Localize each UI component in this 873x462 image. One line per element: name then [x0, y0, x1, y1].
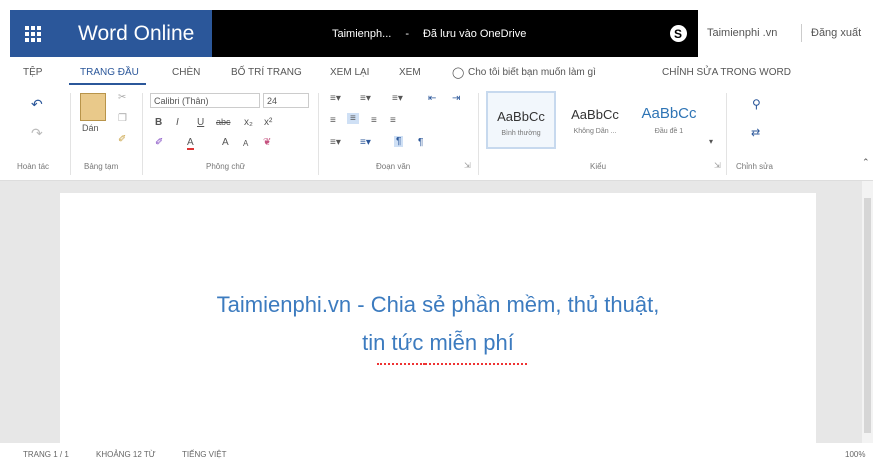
group-divider	[142, 93, 143, 175]
paragraph-spacing-icon[interactable]: ≡▾	[360, 137, 371, 148]
undo-group-label: Hoàn tác	[17, 162, 50, 171]
align-center-icon[interactable]: ≡	[347, 113, 359, 124]
ltr-direction-icon[interactable]: ¶	[394, 136, 404, 147]
font-color-button[interactable]: A	[187, 137, 194, 150]
shrink-font-button[interactable]: A	[243, 139, 248, 148]
format-painter-icon[interactable]: ✐	[118, 134, 126, 145]
paste-label[interactable]: Dán	[82, 123, 99, 133]
tab-insert[interactable]: CHÈN	[172, 67, 200, 78]
font-group-label: Phông chữ	[206, 162, 246, 171]
underline-button[interactable]: U	[197, 117, 204, 128]
style-name: Bình thường	[501, 130, 541, 137]
paragraph-group-label: Đoạn văn	[376, 162, 411, 171]
font-name-select[interactable]: Calibri (Thân)	[150, 93, 260, 108]
user-name[interactable]: Taimienphi .vn	[707, 27, 777, 39]
font-size-select[interactable]: 24	[263, 93, 309, 108]
document-title[interactable]: Taimienph...	[332, 28, 391, 40]
tab-review[interactable]: XEM LẠI	[330, 67, 369, 78]
zoom-level[interactable]: 100%	[845, 450, 865, 459]
rtl-direction-icon[interactable]: ¶	[418, 137, 423, 148]
align-right-icon[interactable]: ≡	[371, 115, 377, 126]
tab-view[interactable]: XEM	[399, 67, 421, 78]
find-icon[interactable]: ⚲	[752, 97, 761, 111]
spellcheck-underline	[377, 360, 425, 365]
document-title-bar: Taimienph... - Đã lưu vào OneDrive	[212, 10, 658, 57]
decrease-indent-icon[interactable]: ⇤	[428, 93, 436, 104]
skype-icon: S	[669, 25, 687, 42]
superscript-button[interactable]: x²	[264, 117, 272, 128]
spellcheck-underline	[425, 360, 527, 365]
clear-formatting-icon[interactable]: ❦	[263, 137, 271, 148]
undo-icon[interactable]: ↶	[31, 96, 43, 113]
tell-me-search[interactable]: Cho tôi biết bạn muốn làm gì	[468, 67, 596, 78]
group-divider	[318, 93, 319, 175]
sign-out-link[interactable]: Đăng xuất	[811, 27, 861, 39]
app-name[interactable]: Word Online	[56, 10, 212, 57]
italic-button[interactable]: I	[176, 117, 179, 128]
collapse-ribbon-icon[interactable]: ⌃	[862, 157, 870, 168]
align-left-icon[interactable]: ≡	[330, 115, 336, 126]
save-status: Đã lưu vào OneDrive	[422, 27, 527, 40]
style-preview: AaBbCc	[641, 105, 697, 122]
lightbulb-icon: ◯	[452, 67, 465, 79]
numbering-icon[interactable]: ≡▾	[360, 93, 371, 104]
group-divider	[70, 93, 71, 175]
group-divider	[726, 93, 727, 175]
cut-icon[interactable]: ✂	[118, 92, 126, 103]
bold-button[interactable]: B	[155, 117, 162, 128]
tab-home[interactable]: TRANG ĐẦU	[80, 67, 139, 78]
dialog-launcher-icon[interactable]: ⇲	[464, 161, 471, 170]
document-text-line[interactable]: Taimienphi.vn - Chia sẻ phần mềm, thủ th…	[60, 292, 816, 318]
justify-icon[interactable]: ≡	[390, 115, 396, 126]
editing-group-label: Chỉnh sửa	[736, 162, 773, 171]
bullets-icon[interactable]: ≡▾	[330, 93, 341, 104]
active-tab-indicator	[69, 83, 146, 85]
word-count: KHOẢNG 12 TỪ	[96, 450, 156, 459]
page-count: TRANG 1 / 1	[23, 450, 69, 459]
tab-page-layout[interactable]: BỐ TRÍ TRANG	[231, 67, 302, 78]
redo-icon[interactable]: ↷	[31, 125, 43, 142]
style-name: Không Dãn ...	[573, 128, 617, 135]
tab-file[interactable]: TỆP	[23, 67, 42, 78]
grow-font-button[interactable]: A	[222, 137, 229, 148]
dialog-launcher-icon[interactable]: ⇲	[714, 161, 721, 170]
style-heading-1[interactable]: AaBbCc Đầu đề 1	[634, 91, 704, 149]
line-spacing-icon[interactable]: ≡▾	[330, 137, 341, 148]
styles-more-icon[interactable]: ▾	[709, 137, 713, 146]
document-page[interactable]	[60, 193, 816, 443]
divider	[801, 24, 802, 42]
skype-button[interactable]: S	[658, 10, 698, 57]
waffle-icon	[25, 25, 41, 42]
style-preview: AaBbCc	[497, 109, 545, 124]
increase-indent-icon[interactable]: ⇥	[452, 93, 460, 104]
replace-icon[interactable]: ⇄	[751, 126, 760, 139]
document-text-line[interactable]: tin tức miễn phí	[60, 330, 816, 356]
styles-group-label: Kiểu	[590, 162, 607, 171]
style-normal[interactable]: AaBbCc Bình thường	[486, 91, 556, 149]
scrollbar-thumb[interactable]	[864, 198, 871, 433]
copy-icon[interactable]: ❐	[118, 113, 127, 124]
multilevel-list-icon[interactable]: ≡▾	[392, 93, 403, 104]
app-launcher-button[interactable]	[10, 10, 56, 57]
group-divider	[478, 93, 479, 175]
strikethrough-button[interactable]: abc	[216, 117, 231, 127]
style-name: Đầu đề 1	[654, 128, 684, 135]
style-no-spacing[interactable]: AaBbCc Không Dãn ...	[559, 91, 631, 149]
highlight-icon[interactable]: ✐	[155, 137, 163, 148]
paste-icon[interactable]	[80, 93, 106, 121]
tab-edit-in-word[interactable]: CHỈNH SỬA TRONG WORD	[662, 67, 791, 78]
title-separator: -	[405, 27, 409, 40]
subscript-button[interactable]: x₂	[244, 117, 253, 128]
language-indicator[interactable]: TIẾNG VIỆT	[182, 450, 226, 459]
style-preview: AaBbCc	[571, 107, 619, 122]
clipboard-group-label: Bảng tạm	[84, 162, 119, 171]
